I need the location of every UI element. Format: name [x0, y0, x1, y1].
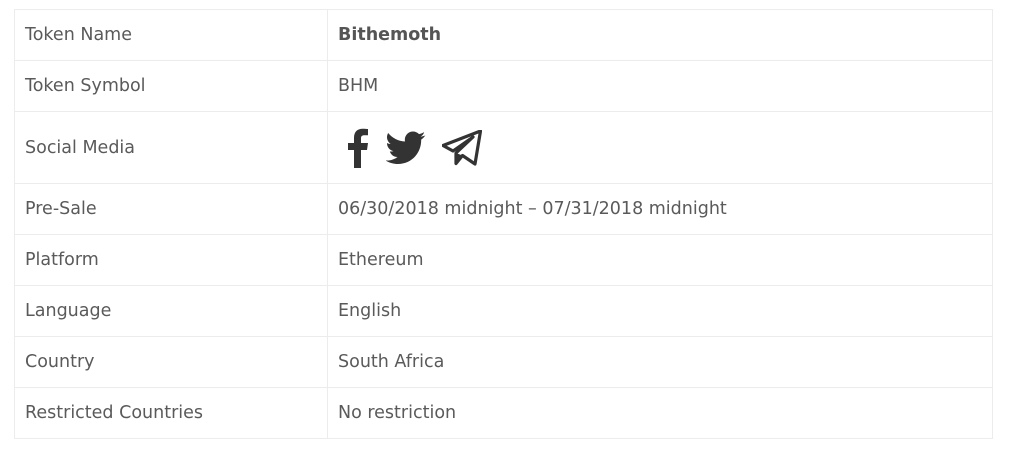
row-country: Country South Africa	[14, 336, 993, 388]
pre-sale-value: 06/30/2018 midnight – 07/31/2018 midnigh…	[327, 183, 993, 235]
facebook-icon[interactable]	[344, 128, 370, 168]
restricted-countries-label: Restricted Countries	[14, 387, 328, 439]
token-name-label: Token Name	[14, 9, 328, 61]
row-token-name: Token Name Bithemoth	[14, 9, 993, 61]
restricted-countries-value: No restriction	[327, 387, 993, 439]
platform-value: Ethereum	[327, 234, 993, 286]
row-platform: Platform Ethereum	[14, 234, 993, 286]
social-media-label: Social Media	[14, 111, 328, 184]
language-label: Language	[14, 285, 328, 337]
country-value: South Africa	[327, 336, 993, 388]
token-info-panel: Token Name Bithemoth Token Symbol BHM So…	[14, 9, 993, 439]
social-media-value	[327, 111, 993, 184]
token-symbol-label: Token Symbol	[14, 60, 328, 112]
row-language: Language English	[14, 285, 993, 337]
pre-sale-label: Pre-Sale	[14, 183, 328, 235]
row-social-media: Social Media	[14, 111, 993, 184]
social-icons	[338, 128, 992, 168]
telegram-icon[interactable]	[441, 128, 483, 166]
row-token-symbol: Token Symbol BHM	[14, 60, 993, 112]
twitter-icon[interactable]	[385, 131, 426, 165]
country-label: Country	[14, 336, 328, 388]
token-info-table: Token Name Bithemoth Token Symbol BHM So…	[14, 9, 993, 439]
token-symbol-value: BHM	[327, 60, 993, 112]
language-value: English	[327, 285, 993, 337]
row-restricted-countries: Restricted Countries No restriction	[14, 387, 993, 439]
token-name-value: Bithemoth	[327, 9, 993, 61]
platform-label: Platform	[14, 234, 328, 286]
row-pre-sale: Pre-Sale 06/30/2018 midnight – 07/31/201…	[14, 183, 993, 235]
